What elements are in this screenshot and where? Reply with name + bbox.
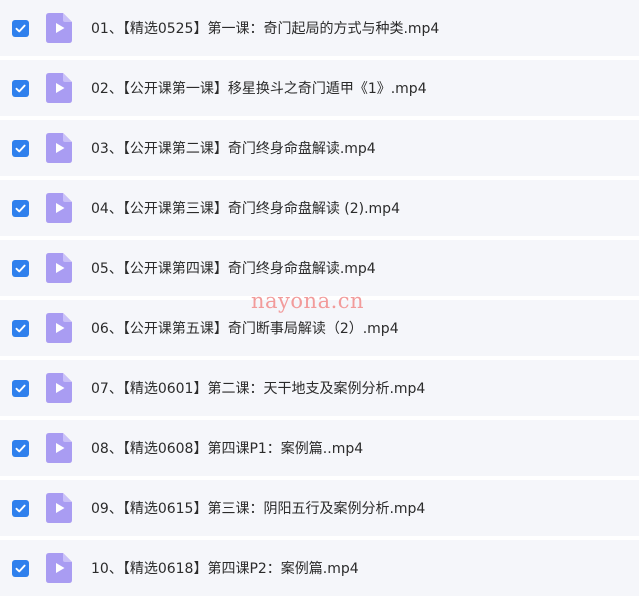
file-name[interactable]: 05、【公开课第四课】奇门终身命盘解读.mp4 [91, 258, 376, 278]
file-row[interactable]: 07、【精选0601】第二课：天干地支及案例分析.mp4 [0, 360, 639, 416]
checkmark-icon [15, 564, 26, 572]
file-row[interactable]: 04、【公开课第三课】奇门终身命盘解读 (2).mp4 [0, 180, 639, 236]
file-name[interactable]: 06、【公开课第五课】奇门断事局解读（2）.mp4 [91, 318, 399, 338]
video-file-icon [46, 313, 72, 343]
file-name[interactable]: 01、【精选0525】第一课：奇门起局的方式与种类.mp4 [91, 18, 439, 38]
video-file-icon [46, 73, 72, 103]
row-checkbox[interactable] [12, 439, 29, 457]
file-row[interactable]: 05、【公开课第四课】奇门终身命盘解读.mp4 [0, 240, 639, 296]
checkmark-icon [15, 264, 26, 272]
file-name[interactable]: 07、【精选0601】第二课：天干地支及案例分析.mp4 [91, 378, 425, 398]
video-file-icon [46, 553, 72, 583]
file-row[interactable]: 02、【公开课第一课】移星换斗之奇门遁甲《1》.mp4 [0, 60, 639, 116]
checkmark-icon [15, 204, 26, 212]
row-checkbox[interactable] [12, 79, 29, 97]
checkmark-icon [15, 324, 26, 332]
row-checkbox[interactable] [12, 139, 29, 157]
row-checkbox[interactable] [12, 499, 29, 517]
video-file-icon [46, 373, 72, 403]
row-checkbox[interactable] [12, 19, 29, 37]
file-name[interactable]: 03、【公开课第二课】奇门终身命盘解读.mp4 [91, 138, 376, 158]
file-name[interactable]: 08、【精选0608】第四课P1：案例篇..mp4 [91, 438, 363, 458]
row-checkbox[interactable] [12, 319, 29, 337]
checkmark-icon [15, 84, 26, 92]
file-name[interactable]: 04、【公开课第三课】奇门终身命盘解读 (2).mp4 [91, 198, 400, 218]
file-name[interactable]: 10、【精选0618】第四课P2：案例篇.mp4 [91, 558, 359, 578]
video-file-icon [46, 433, 72, 463]
row-checkbox[interactable] [12, 379, 29, 397]
row-checkbox[interactable] [12, 259, 29, 277]
video-file-icon [46, 493, 72, 523]
video-file-icon [46, 13, 72, 43]
file-name[interactable]: 09、【精选0615】第三课：阴阳五行及案例分析.mp4 [91, 498, 425, 518]
row-checkbox[interactable] [12, 199, 29, 217]
file-row[interactable]: 03、【公开课第二课】奇门终身命盘解读.mp4 [0, 120, 639, 176]
checkmark-icon [15, 504, 26, 512]
file-name[interactable]: 02、【公开课第一课】移星换斗之奇门遁甲《1》.mp4 [91, 78, 427, 98]
checkmark-icon [15, 384, 26, 392]
video-file-icon [46, 193, 72, 223]
video-file-icon [46, 133, 72, 163]
file-row[interactable]: 01、【精选0525】第一课：奇门起局的方式与种类.mp4 [0, 0, 639, 56]
file-row[interactable]: 08、【精选0608】第四课P1：案例篇..mp4 [0, 420, 639, 476]
file-row[interactable]: 10、【精选0618】第四课P2：案例篇.mp4 [0, 540, 639, 596]
checkmark-icon [15, 444, 26, 452]
checkmark-icon [15, 24, 26, 32]
video-file-icon [46, 253, 72, 283]
watermark: nayona.cn [251, 289, 365, 313]
row-checkbox[interactable] [12, 559, 29, 577]
file-row[interactable]: 09、【精选0615】第三课：阴阳五行及案例分析.mp4 [0, 480, 639, 536]
checkmark-icon [15, 144, 26, 152]
